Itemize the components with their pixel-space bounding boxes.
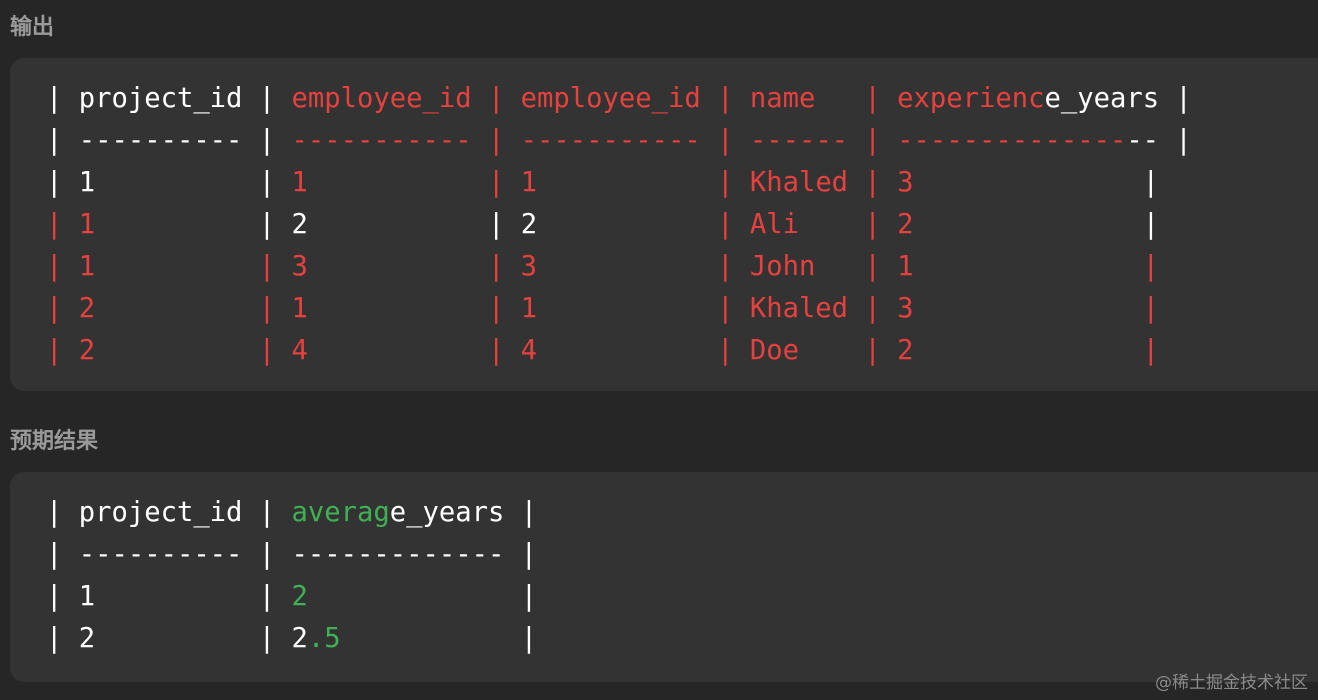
code-segment: | 1 | 3 | 3 | John | 1 |: [46, 251, 1160, 282]
watermark: @稀土掘金技术社区: [1155, 673, 1308, 693]
code-segment: | ---------- | ------------- |: [46, 539, 538, 570]
expected-code-block: | project_id | average_years | | --------…: [46, 492, 537, 660]
code-segment: .5: [307, 623, 341, 654]
output-section-label: 输出: [10, 15, 55, 40]
code-segment: 2: [291, 581, 308, 612]
code-segment: ----------- | ----------- | ------ | ---…: [291, 125, 1127, 156]
code-segment: |: [913, 209, 1160, 240]
code-segment: | 1 |: [46, 581, 292, 612]
code-line: | 1 | 2 | 2 | Ali | 2 |: [46, 204, 1192, 246]
code-segment: |: [340, 623, 538, 654]
expected-code-panel: | project_id | average_years | | --------…: [10, 472, 1318, 682]
code-segment: | project_id |: [46, 497, 292, 528]
code-line: | 1 | 3 | 3 | John | 1 |: [46, 246, 1192, 288]
code-segment: | ---------- |: [46, 125, 292, 156]
code-segment: employee_id | employee_id | name | exper…: [291, 83, 1045, 114]
code-line: | ---------- | ----------- | -----------…: [46, 120, 1192, 162]
expected-section-label: 预期结果: [10, 429, 99, 454]
code-line: | ---------- | ------------- |: [46, 534, 537, 576]
code-line: | project_id | average_years |: [46, 492, 537, 534]
code-segment: 1 | 1 | Khaled | 3: [291, 167, 914, 198]
code-segment: |: [913, 167, 1160, 198]
code-line: | 2 | 1 | 1 | Khaled | 3 |: [46, 288, 1192, 330]
output-code-block: | project_id | employee_id | employee_id…: [46, 78, 1192, 372]
code-segment: | 2 | 2: [46, 623, 308, 654]
code-line: | project_id | employee_id | employee_id…: [46, 78, 1192, 120]
code-line: | 1 | 2 |: [46, 576, 537, 618]
code-segment: | project_id |: [46, 83, 292, 114]
code-segment: | 2 | 1 | 1 | Khaled | 3 |: [46, 293, 1160, 324]
code-segment: | 1 |: [46, 167, 292, 198]
code-line: | 2 | 2.5 |: [46, 618, 537, 660]
code-segment: e_years |: [1044, 83, 1192, 114]
code-segment: | Ali | 2: [537, 209, 914, 240]
output-code-panel: | project_id | employee_id | employee_id…: [10, 58, 1318, 391]
code-segment: e_years |: [389, 497, 538, 528]
code-segment: | 2 | 4 | 4 | Doe | 2 |: [46, 335, 1160, 366]
code-segment: | 2 | 2: [258, 209, 538, 240]
code-segment: -- |: [1126, 125, 1192, 156]
code-segment: averag: [291, 497, 390, 528]
code-segment: |: [307, 581, 538, 612]
code-segment: | 1: [46, 209, 259, 240]
code-line: | 1 | 1 | 1 | Khaled | 3 |: [46, 162, 1192, 204]
code-line: | 2 | 4 | 4 | Doe | 2 |: [46, 330, 1192, 372]
